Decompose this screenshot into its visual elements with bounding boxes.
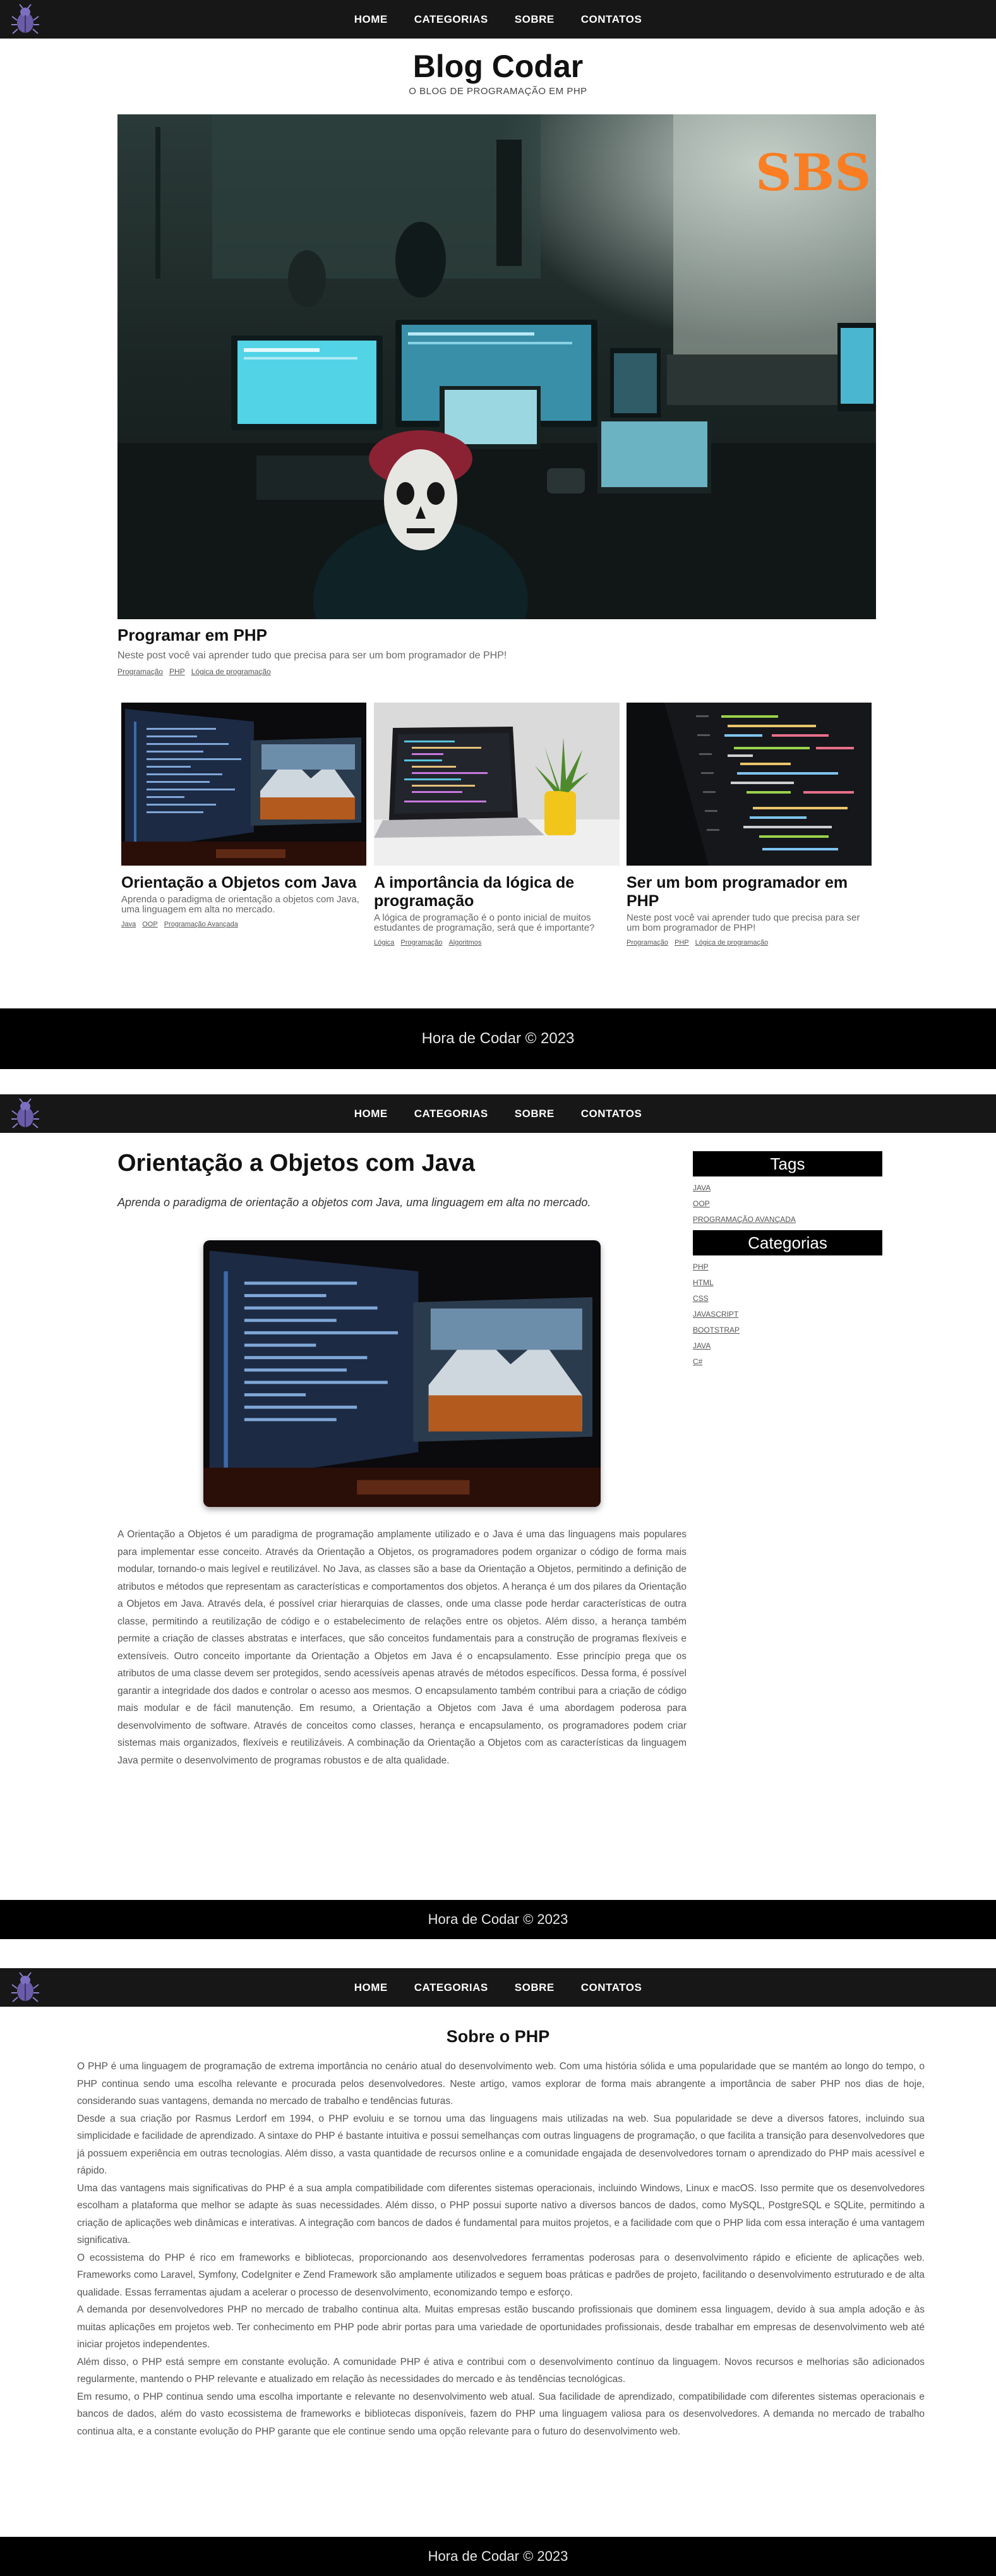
sidebar-category-link[interactable]: PHP <box>693 1259 882 1275</box>
nav-contatos[interactable]: CONTATOS <box>581 1108 642 1120</box>
tag-link[interactable]: Programação Avançada <box>164 921 238 928</box>
sidebar-category-link[interactable]: JAVA <box>693 1338 882 1354</box>
sidebar-category-link[interactable]: HTML <box>693 1275 882 1291</box>
about-paragraph: Desde a sua criação por Rasmus Lerdorf e… <box>77 2113 925 2177</box>
top-nav: HOME CATEGORIAS SOBRE CONTATOS <box>0 1968 996 2007</box>
article-subtitle: Aprenda o paradigma de orientação a obje… <box>117 1196 591 1209</box>
sidebar-categories-list: PHP HTML CSS JAVASCRIPT BOOTSTRAP JAVA C… <box>693 1259 882 1370</box>
about-paragraph: A demanda por desenvolvedores PHP no mer… <box>77 2304 925 2350</box>
footer-text: Hora de Codar © 2023 <box>421 1030 575 1047</box>
sidebar-tag-link[interactable]: OOP <box>693 1196 882 1212</box>
sidebar-tag-link[interactable]: PROGRAMAÇÃO AVANÇADA <box>693 1212 882 1228</box>
tag-link[interactable]: Algoritmos <box>448 939 481 946</box>
post-card-excerpt: Neste post você vai aprender tudo que pr… <box>627 912 860 933</box>
nav-home[interactable]: HOME <box>354 13 388 26</box>
nav-home[interactable]: HOME <box>354 1108 388 1120</box>
tag-link[interactable]: Programação <box>117 667 163 676</box>
post-card-title[interactable]: Ser um bom programador em PHP <box>627 874 872 910</box>
sidebar-categories-title: Categorias <box>693 1230 882 1255</box>
tag-link[interactable]: PHP <box>675 939 689 946</box>
featured-post-image[interactable]: SBS <box>117 114 876 619</box>
sidebar-category-link[interactable]: BOOTSTRAP <box>693 1322 882 1338</box>
nav-sobre[interactable]: SOBRE <box>515 1108 555 1120</box>
featured-post-title[interactable]: Programar em PHP <box>117 626 876 645</box>
sidebar-category-link[interactable]: C# <box>693 1354 882 1370</box>
laptop-photo <box>374 703 620 866</box>
monitors-photo <box>121 703 366 866</box>
sidebar-tags-list: JAVA OOP PROGRAMAÇÃO AVANÇADA <box>693 1180 882 1228</box>
about-body: O PHP é uma linguagem de programação de … <box>77 2058 925 2440</box>
tag-link[interactable]: Lógica de programação <box>191 667 271 676</box>
bug-icon[interactable] <box>11 1098 39 1130</box>
article-body: A Orientação a Objetos é um paradigma de… <box>117 1529 687 1766</box>
post-card-1: Orientação a Objetos com Java Aprenda o … <box>121 874 366 928</box>
footer: Hora de Codar © 2023 <box>0 1900 996 1939</box>
post-card-2: A importância da lógica de programação A… <box>374 874 620 946</box>
post-card-title[interactable]: Orientação a Objetos com Java <box>121 874 366 892</box>
featured-post-excerpt: Neste post você vai aprender tudo que pr… <box>117 650 507 661</box>
top-nav: HOME CATEGORIAS SOBRE CONTATOS <box>0 1094 996 1133</box>
nav-categorias[interactable]: CATEGORIAS <box>414 1108 488 1120</box>
footer-text: Hora de Codar © 2023 <box>428 2548 568 2564</box>
featured-post-tags: Programação PHP Lógica de programação <box>117 667 876 676</box>
article-header: Orientação a Objetos com Java Aprenda o … <box>117 1150 686 1209</box>
nav-home[interactable]: HOME <box>354 1981 388 1994</box>
bug-icon[interactable] <box>11 4 39 35</box>
monitors-photo <box>203 1240 601 1507</box>
featured-post: Programar em PHP Neste post você vai apr… <box>117 626 876 676</box>
nav-categorias[interactable]: CATEGORIAS <box>414 1981 488 1994</box>
article-image <box>203 1240 601 1507</box>
about-paragraph: Em resumo, o PHP continua sendo uma esco… <box>77 2391 925 2437</box>
tag-link[interactable]: Java <box>121 921 136 928</box>
sidebar-category-link[interactable]: CSS <box>693 1291 882 1307</box>
office-photo: SBS <box>117 114 876 619</box>
post-card-3: Ser um bom programador em PHP Neste post… <box>627 874 872 946</box>
footer: Hora de Codar © 2023 <box>0 1008 996 1069</box>
tag-link[interactable]: Programação <box>627 939 668 946</box>
post-card-image-2[interactable] <box>374 703 620 866</box>
sidebar-tag-link[interactable]: JAVA <box>693 1180 882 1196</box>
tag-link[interactable]: Lógica <box>374 939 394 946</box>
blog-title: Blog Codar <box>412 49 584 84</box>
code-screen-photo <box>627 703 872 866</box>
nav-contatos[interactable]: CONTATOS <box>581 1981 642 1994</box>
nav-categorias[interactable]: CATEGORIAS <box>414 13 488 26</box>
about-title: Sobre o PHP <box>446 2027 550 2046</box>
post-card-title[interactable]: A importância da lógica de programação <box>374 874 620 910</box>
sidebar-tags-title: Tags <box>693 1151 882 1176</box>
sidebar-category-link[interactable]: JAVASCRIPT <box>693 1307 882 1322</box>
blog-subtitle: O BLOG DE PROGRAMAÇÃO EM PHP <box>409 86 587 97</box>
post-card-image-1[interactable] <box>121 703 366 866</box>
tag-link[interactable]: Lógica de programação <box>695 939 769 946</box>
bug-icon[interactable] <box>11 1972 39 2004</box>
about-paragraph: Além disso, o PHP está sempre em constan… <box>77 2356 925 2385</box>
article-sidebar: Tags JAVA OOP PROGRAMAÇÃO AVANÇADA Categ… <box>693 1151 882 1370</box>
about-paragraph: Uma das vantagens mais significativas do… <box>77 2182 925 2246</box>
tag-link[interactable]: PHP <box>169 667 185 676</box>
footer-text: Hora de Codar © 2023 <box>428 1911 568 1927</box>
about-paragraph: O PHP é uma linguagem de programação de … <box>77 2061 925 2107</box>
about-paragraph: O ecossistema do PHP é rico em framework… <box>77 2252 925 2298</box>
post-card-excerpt: Aprenda o paradigma de orientação a obje… <box>121 894 359 915</box>
tag-link[interactable]: Programação <box>400 939 442 946</box>
nav-sobre[interactable]: SOBRE <box>515 1981 555 1994</box>
top-nav: HOME CATEGORIAS SOBRE CONTATOS <box>0 0 996 39</box>
post-card-tags: Lógica Programação Algoritmos <box>374 939 620 946</box>
article-title: Orientação a Objetos com Java <box>117 1150 476 1176</box>
nav-sobre[interactable]: SOBRE <box>515 13 555 26</box>
blog-header: Blog Codar O BLOG DE PROGRAMAÇÃO EM PHP <box>0 48 996 97</box>
nav-contatos[interactable]: CONTATOS <box>581 13 642 26</box>
svg-text:SBS: SBS <box>755 143 871 202</box>
tag-link[interactable]: OOP <box>142 921 157 928</box>
post-card-tags: Java OOP Programação Avançada <box>121 921 366 928</box>
footer: Hora de Codar © 2023 <box>0 2537 996 2576</box>
post-card-excerpt: A lógica de programação é o ponto inicia… <box>374 912 595 933</box>
post-card-image-3[interactable] <box>627 703 872 866</box>
post-card-tags: Programação PHP Lógica de programação <box>627 939 872 946</box>
